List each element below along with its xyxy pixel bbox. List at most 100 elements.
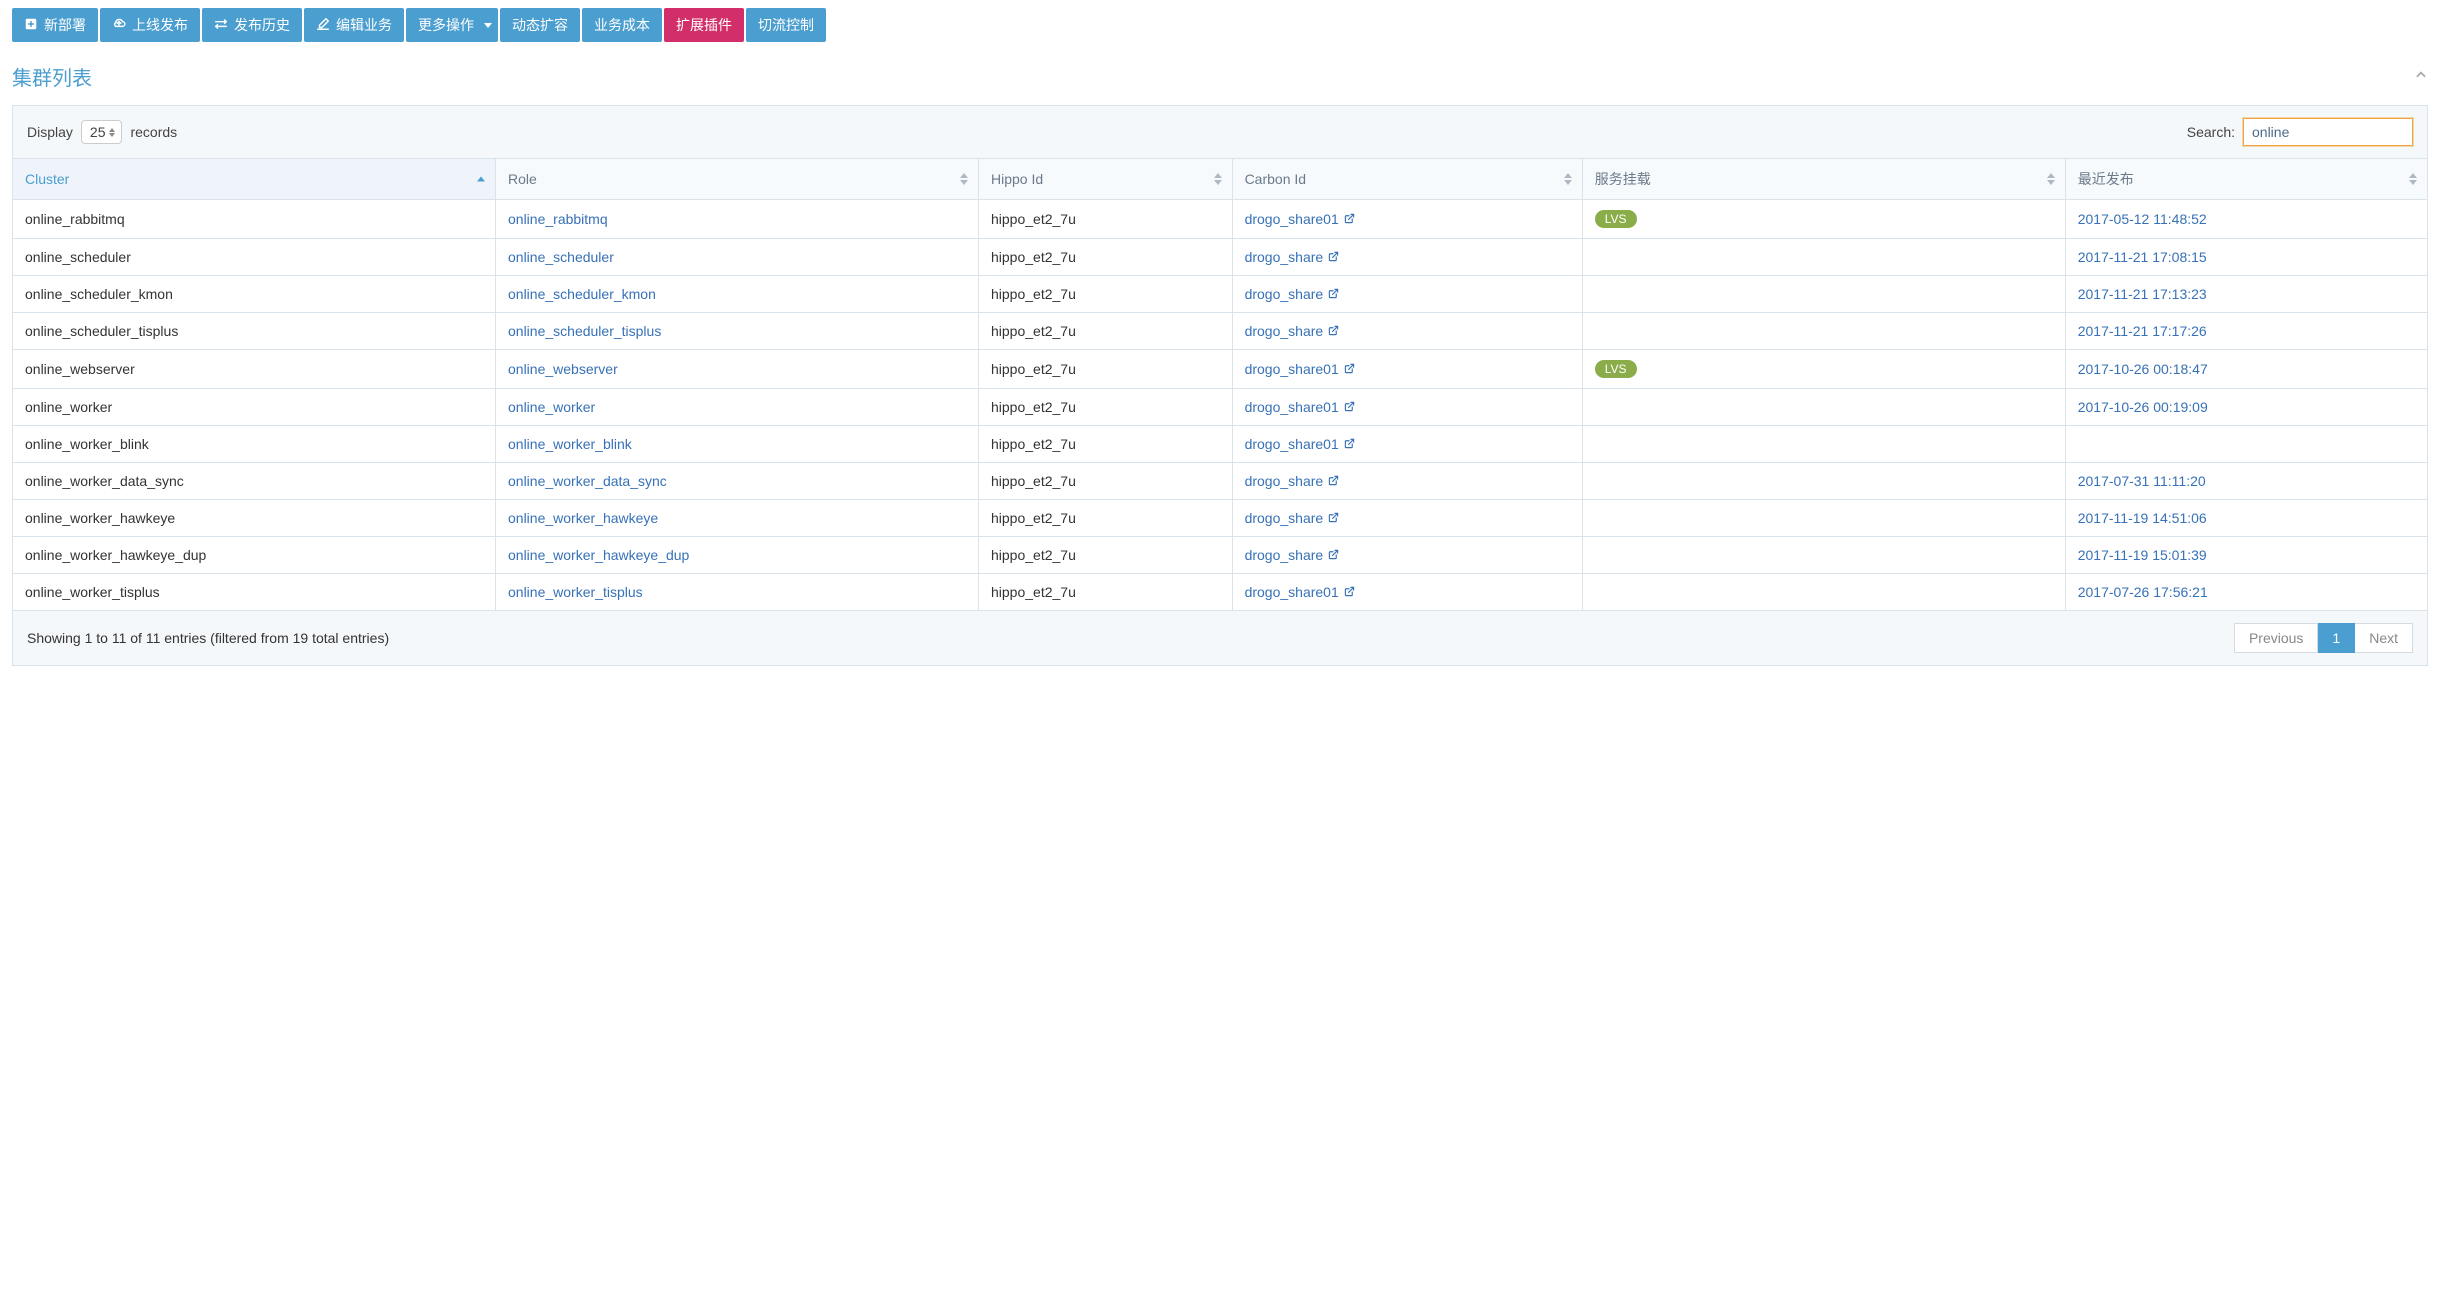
col-label: Role (508, 171, 537, 187)
toolbar-btn-1[interactable]: 上线发布 (100, 8, 200, 42)
cell-role: online_worker_blink (496, 426, 979, 463)
cell-published: 2017-07-26 17:56:21 (2065, 574, 2427, 611)
col-label: Cluster (25, 171, 69, 187)
exchange-icon (214, 17, 228, 33)
toolbar-btn-label: 更多操作 (418, 15, 474, 35)
cell-role: online_rabbitmq (496, 200, 979, 239)
search-input[interactable] (2243, 118, 2413, 146)
external-link-icon (1344, 586, 1355, 600)
published-link[interactable]: 2017-11-21 17:13:23 (2078, 286, 2207, 302)
toolbar-btn-4[interactable]: 更多操作 (406, 8, 498, 42)
role-link[interactable]: online_webserver (508, 361, 618, 377)
published-link[interactable]: 2017-07-26 17:56:21 (2078, 584, 2208, 600)
toolbar-btn-5[interactable]: 动态扩容 (500, 8, 580, 42)
page-size-select[interactable]: 25 (81, 120, 123, 144)
chevron-down-icon (484, 23, 492, 28)
cell-hippo: hippo_et2_7u (979, 500, 1233, 537)
cell-published: 2017-11-21 17:13:23 (2065, 276, 2427, 313)
carbon-link[interactable]: drogo_share (1245, 286, 1340, 302)
carbon-link[interactable]: drogo_share (1245, 473, 1340, 489)
cell-carbon: drogo_share01 (1232, 200, 1582, 239)
published-link[interactable]: 2017-05-12 11:48:52 (2078, 211, 2207, 227)
cell-cluster: online_webserver (13, 350, 496, 389)
published-link[interactable]: 2017-07-31 11:11:20 (2078, 473, 2206, 489)
role-link[interactable]: online_scheduler_tisplus (508, 323, 661, 339)
carbon-link[interactable]: drogo_share (1245, 547, 1340, 563)
cell-service: LVS (1582, 200, 2065, 239)
toolbar-btn-6[interactable]: 业务成本 (582, 8, 662, 42)
carbon-link[interactable]: drogo_share (1245, 249, 1340, 265)
toolbar-btn-2[interactable]: 发布历史 (202, 8, 302, 42)
cell-service (1582, 276, 2065, 313)
role-link[interactable]: online_worker_hawkeye (508, 510, 658, 526)
col-header-0[interactable]: Cluster (13, 159, 496, 200)
published-link[interactable]: 2017-11-19 15:01:39 (2078, 547, 2207, 563)
table-row: online_worker_blink online_worker_blink hi… (13, 426, 2428, 463)
cell-role: online_worker_hawkeye (496, 500, 979, 537)
role-link[interactable]: online_worker (508, 399, 595, 415)
external-link-icon (1344, 213, 1355, 227)
page-size-value: 25 (90, 124, 106, 140)
carbon-link[interactable]: drogo_share (1245, 323, 1340, 339)
carbon-link[interactable]: drogo_share01 (1245, 211, 1355, 227)
toolbar-btn-7[interactable]: 扩展插件 (664, 8, 744, 42)
carbon-link[interactable]: drogo_share (1245, 510, 1340, 526)
toolbar-btn-8[interactable]: 切流控制 (746, 8, 826, 42)
page-1-button[interactable]: 1 (2318, 623, 2355, 653)
col-header-4[interactable]: 服务挂载 (1582, 159, 2065, 200)
cell-role: online_scheduler_kmon (496, 276, 979, 313)
role-link[interactable]: online_worker_blink (508, 436, 632, 452)
role-link[interactable]: online_scheduler_kmon (508, 286, 656, 302)
page-size-control: Display 25 records (27, 120, 177, 144)
published-link[interactable]: 2017-11-21 17:08:15 (2078, 249, 2207, 265)
published-link[interactable]: 2017-11-19 14:51:06 (2078, 510, 2207, 526)
carbon-link[interactable]: drogo_share01 (1245, 584, 1355, 600)
col-header-2[interactable]: Hippo Id (979, 159, 1233, 200)
table-footer: Showing 1 to 11 of 11 entries (filtered … (12, 611, 2428, 666)
display-label: Display (27, 124, 73, 140)
cell-role: online_scheduler_tisplus (496, 313, 979, 350)
records-label: records (130, 124, 177, 140)
toolbar-btn-label: 发布历史 (234, 15, 290, 35)
cell-published: 2017-10-26 00:19:09 (2065, 389, 2427, 426)
carbon-link[interactable]: drogo_share01 (1245, 361, 1355, 377)
prev-button[interactable]: Previous (2234, 623, 2318, 653)
external-link-icon (1328, 251, 1339, 265)
external-link-icon (1344, 401, 1355, 415)
carbon-link[interactable]: drogo_share01 (1245, 436, 1355, 452)
col-header-1[interactable]: Role (496, 159, 979, 200)
cell-role: online_scheduler (496, 239, 979, 276)
next-button[interactable]: Next (2355, 623, 2413, 653)
toolbar-btn-0[interactable]: 新部署 (12, 8, 98, 42)
cell-carbon: drogo_share01 (1232, 574, 1582, 611)
role-link[interactable]: online_worker_data_sync (508, 473, 667, 489)
cell-published: 2017-05-12 11:48:52 (2065, 200, 2427, 239)
sort-icon (2409, 173, 2417, 185)
collapse-icon[interactable] (2414, 68, 2428, 85)
table-row: online_scheduler_tisplusonline_scheduler… (13, 313, 2428, 350)
published-link[interactable]: 2017-11-21 17:17:26 (2078, 323, 2207, 339)
action-toolbar: 新部署上线发布 发布历史编辑业务更多操作 动态扩容业务成本扩展插件切流控制 (12, 8, 2428, 42)
cell-cluster: online_worker_hawkeye_dup (13, 537, 496, 574)
cell-published: 2017-11-21 17:08:15 (2065, 239, 2427, 276)
role-link[interactable]: online_worker_tisplus (508, 584, 643, 600)
carbon-link[interactable]: drogo_share01 (1245, 399, 1355, 415)
sort-icon (960, 173, 968, 185)
external-link-icon (1344, 438, 1355, 452)
cell-service (1582, 574, 2065, 611)
cell-service (1582, 313, 2065, 350)
cell-role: online_worker_hawkeye_dup (496, 537, 979, 574)
cell-hippo: hippo_et2_7u (979, 200, 1233, 239)
search-label: Search: (2187, 124, 2235, 140)
role-link[interactable]: online_rabbitmq (508, 211, 608, 227)
role-link[interactable]: online_worker_hawkeye_dup (508, 547, 689, 563)
published-link[interactable]: 2017-10-26 00:19:09 (2078, 399, 2208, 415)
cell-hippo: hippo_et2_7u (979, 426, 1233, 463)
cell-hippo: hippo_et2_7u (979, 537, 1233, 574)
col-header-5[interactable]: 最近发布 (2065, 159, 2427, 200)
toolbar-btn-3[interactable]: 编辑业务 (304, 8, 404, 42)
role-link[interactable]: online_scheduler (508, 249, 614, 265)
col-header-3[interactable]: Carbon Id (1232, 159, 1582, 200)
published-link[interactable]: 2017-10-26 00:18:47 (2078, 361, 2208, 377)
cell-cluster: online_worker_blink (13, 426, 496, 463)
